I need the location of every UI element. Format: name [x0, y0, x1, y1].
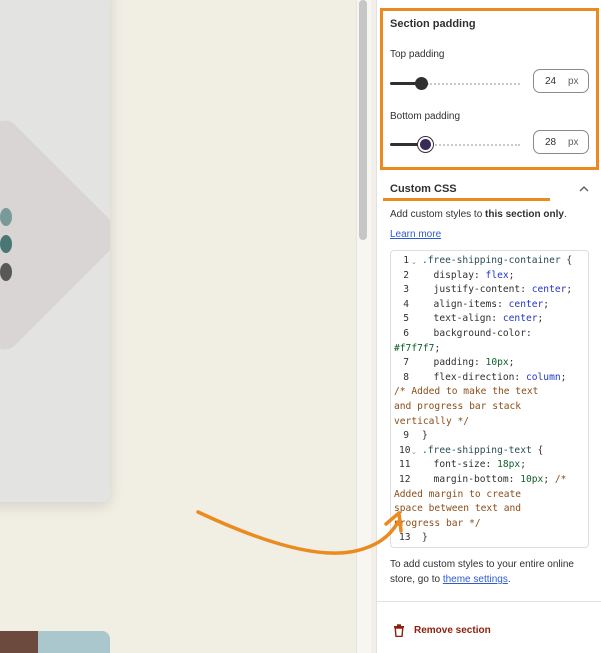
panel-divider	[377, 601, 601, 602]
unit-label: px	[568, 76, 579, 87]
code-line: font-size: 18px;	[422, 459, 526, 471]
line-number: 10	[399, 444, 411, 456]
code-line: align-items: center;	[422, 298, 550, 310]
code-line: flex-direction: column;	[422, 371, 567, 383]
code-line: text-align: center;	[422, 313, 544, 325]
custom-css-description: Add custom styles to this section only.	[390, 209, 567, 220]
slider-rest	[427, 83, 520, 85]
learn-more-link[interactable]: Learn more	[390, 229, 441, 240]
code-line: space between text and	[394, 503, 522, 515]
line-number: 3	[403, 284, 409, 296]
preview-dot	[0, 263, 12, 281]
custom-css-title[interactable]: Custom CSS	[390, 183, 457, 195]
code-line: }	[422, 532, 428, 544]
line-number: 2	[403, 269, 409, 281]
custom-css-footer-note: To add custom styles to your entire onli…	[390, 557, 590, 587]
bottom-padding-input[interactable]: 28 px	[533, 130, 589, 154]
line-number: 12	[399, 474, 411, 485]
line-number: 9	[403, 430, 409, 442]
slider-rest	[432, 144, 520, 146]
annotation-arrow	[196, 510, 403, 555]
fold-chevron-icon[interactable]: ⌄	[411, 258, 417, 266]
slider-thumb[interactable]	[415, 77, 428, 90]
code-line: and progress bar stack	[394, 401, 522, 412]
slider-thumb[interactable]	[420, 139, 431, 150]
line-number: 11	[399, 459, 411, 471]
theme-settings-link[interactable]: theme settings	[443, 574, 508, 585]
preview-card	[0, 0, 110, 502]
top-padding-label: Top padding	[390, 49, 445, 60]
preview-graphic	[0, 114, 110, 356]
trash-icon	[394, 624, 404, 637]
preview-scrollbar-thumb[interactable]	[359, 0, 367, 240]
line-number: 7	[403, 357, 409, 369]
code-line: vertically */	[394, 415, 470, 427]
description-bold: this section only	[485, 209, 564, 220]
remove-section-label: Remove section	[414, 625, 491, 636]
line-number: 6	[403, 328, 409, 339]
bottom-padding-slider[interactable]	[390, 139, 520, 150]
line-number: 4	[403, 298, 409, 310]
description-suffix: .	[563, 209, 567, 220]
top-padding-value: 24	[545, 76, 557, 87]
top-padding-input[interactable]: 24 px	[533, 69, 589, 93]
code-line: }	[422, 430, 428, 442]
fold-chevron-icon[interactable]: ⌄	[411, 448, 417, 456]
bottom-padding-value: 28	[545, 137, 557, 148]
chevron-up-icon[interactable]	[579, 185, 589, 193]
line-number: 5	[403, 313, 409, 325]
remove-section-button[interactable]: Remove section	[393, 624, 491, 637]
section-padding-title: Section padding	[390, 18, 476, 30]
custom-css-highlight-underline	[383, 198, 550, 201]
code-line: .free-shipping-container {	[422, 255, 573, 266]
line-number: 8	[403, 371, 409, 383]
footer-suffix: .	[507, 574, 511, 585]
bottom-padding-label: Bottom padding	[390, 111, 461, 122]
preview-bottom-image-dark	[0, 631, 38, 653]
preview-dot	[0, 235, 12, 253]
code-line: display: flex;	[422, 269, 515, 281]
description-prefix: Add custom styles to	[390, 209, 486, 220]
code-line: margin-bottom: 10px; /*	[422, 474, 567, 485]
code-line: /* Added to make the text	[394, 386, 539, 398]
code-line: justify-content: center;	[422, 284, 573, 296]
code-line: Added margin to create	[394, 488, 522, 500]
line-number: 1	[403, 255, 409, 266]
top-padding-slider[interactable]	[390, 77, 520, 90]
code-line: #f7f7f7;	[394, 342, 441, 354]
preview-dot	[0, 208, 12, 226]
code-line: padding: 10px;	[422, 357, 515, 369]
code-line: .free-shipping-text {	[422, 444, 544, 456]
unit-label: px	[568, 137, 579, 148]
code-line: background-color:	[422, 328, 532, 339]
